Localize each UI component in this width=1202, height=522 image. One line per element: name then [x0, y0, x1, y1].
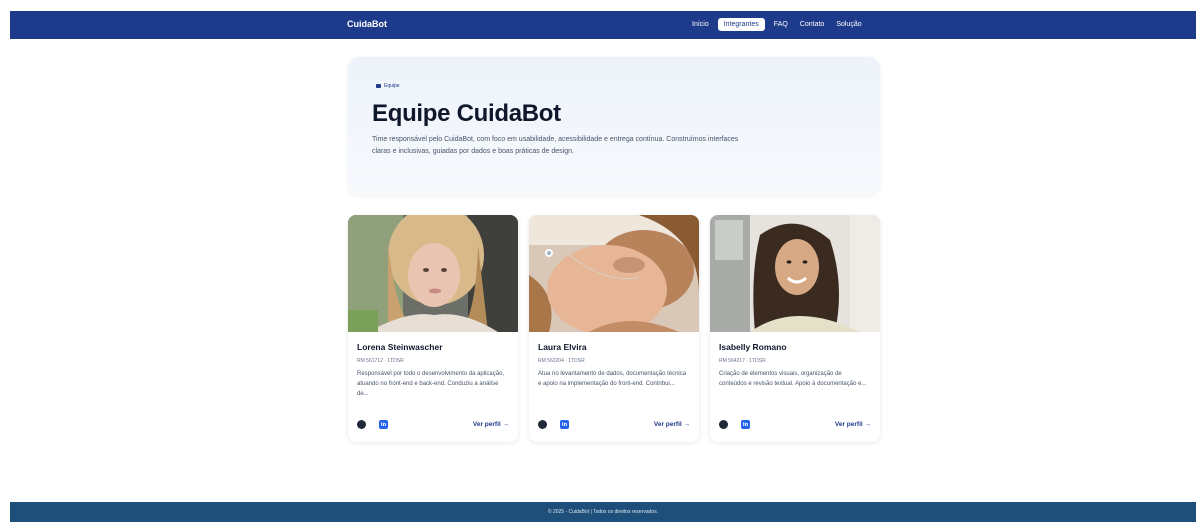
card-footer: in Ver perfil → [538, 420, 690, 429]
card-footer: in Ver perfil → [357, 420, 509, 429]
main-nav: Início Integrantes FAQ Contato Solução [689, 18, 865, 31]
member-name: Laura Elvira [538, 342, 587, 352]
github-icon[interactable] [719, 420, 728, 429]
member-name: Isabelly Romano [719, 342, 787, 352]
member-rm: RM 562204 · 1TDSR [538, 358, 585, 364]
member-photo [348, 215, 518, 332]
page: CuidaBot Início Integrantes FAQ Contato … [0, 0, 1202, 522]
member-rm: RM 561712 · 1TDSR [357, 358, 404, 364]
card-footer: in Ver perfil → [719, 420, 871, 429]
nav-item-contato[interactable]: Contato [797, 18, 828, 31]
nav-item-inicio[interactable]: Início [689, 18, 712, 31]
member-photo [710, 215, 880, 332]
member-card: Laura Elvira RM 562204 · 1TDSR Atua no l… [529, 215, 699, 442]
github-icon[interactable] [538, 420, 547, 429]
team-cards: Lorena Steinwascher RM 561712 · 1TDSR Re… [348, 215, 880, 442]
brand-logo[interactable]: CuidaBot [347, 19, 387, 29]
linkedin-icon[interactable]: in [560, 420, 569, 429]
member-card: Isabelly Romano RM 564217 · 1TDSR Criaçã… [710, 215, 880, 442]
hero-description: Time responsável pelo CuidaBot, com foco… [372, 136, 739, 155]
view-profile-link[interactable]: Ver perfil → [654, 421, 690, 428]
member-photo [529, 215, 699, 332]
member-rm: RM 564217 · 1TDSR [719, 358, 766, 364]
member-description: Atua no levantamento de dados, documenta… [538, 371, 687, 387]
linkedin-icon[interactable]: in [379, 420, 388, 429]
site-footer: © 2025 - CuidaBot | Todos os direitos re… [10, 502, 1196, 522]
view-profile-link[interactable]: Ver perfil → [473, 421, 509, 428]
member-description: Responsável por todo o desenvolvimento d… [357, 371, 505, 397]
top-navbar: CuidaBot Início Integrantes FAQ Contato … [10, 11, 1196, 39]
hero-panel: Equipe Equipe CuidaBot Time responsável … [348, 57, 880, 195]
member-name: Lorena Steinwascher [357, 342, 443, 352]
nav-item-solucao[interactable]: Solução [833, 18, 864, 31]
hero-tag-label: Equipe [384, 83, 400, 89]
github-icon[interactable] [357, 420, 366, 429]
member-description: Criação de elementos visuais, organizaçã… [719, 371, 867, 387]
view-profile-link[interactable]: Ver perfil → [835, 421, 871, 428]
page-title: Equipe CuidaBot [372, 100, 561, 127]
nav-item-faq[interactable]: FAQ [771, 18, 791, 31]
nav-item-integrantes[interactable]: Integrantes [717, 18, 765, 31]
linkedin-icon[interactable]: in [741, 420, 750, 429]
team-icon [376, 84, 381, 88]
footer-copyright: © 2025 - CuidaBot | Todos os direitos re… [547, 509, 659, 515]
hero-tag: Equipe [376, 83, 400, 89]
member-card: Lorena Steinwascher RM 561712 · 1TDSR Re… [348, 215, 518, 442]
